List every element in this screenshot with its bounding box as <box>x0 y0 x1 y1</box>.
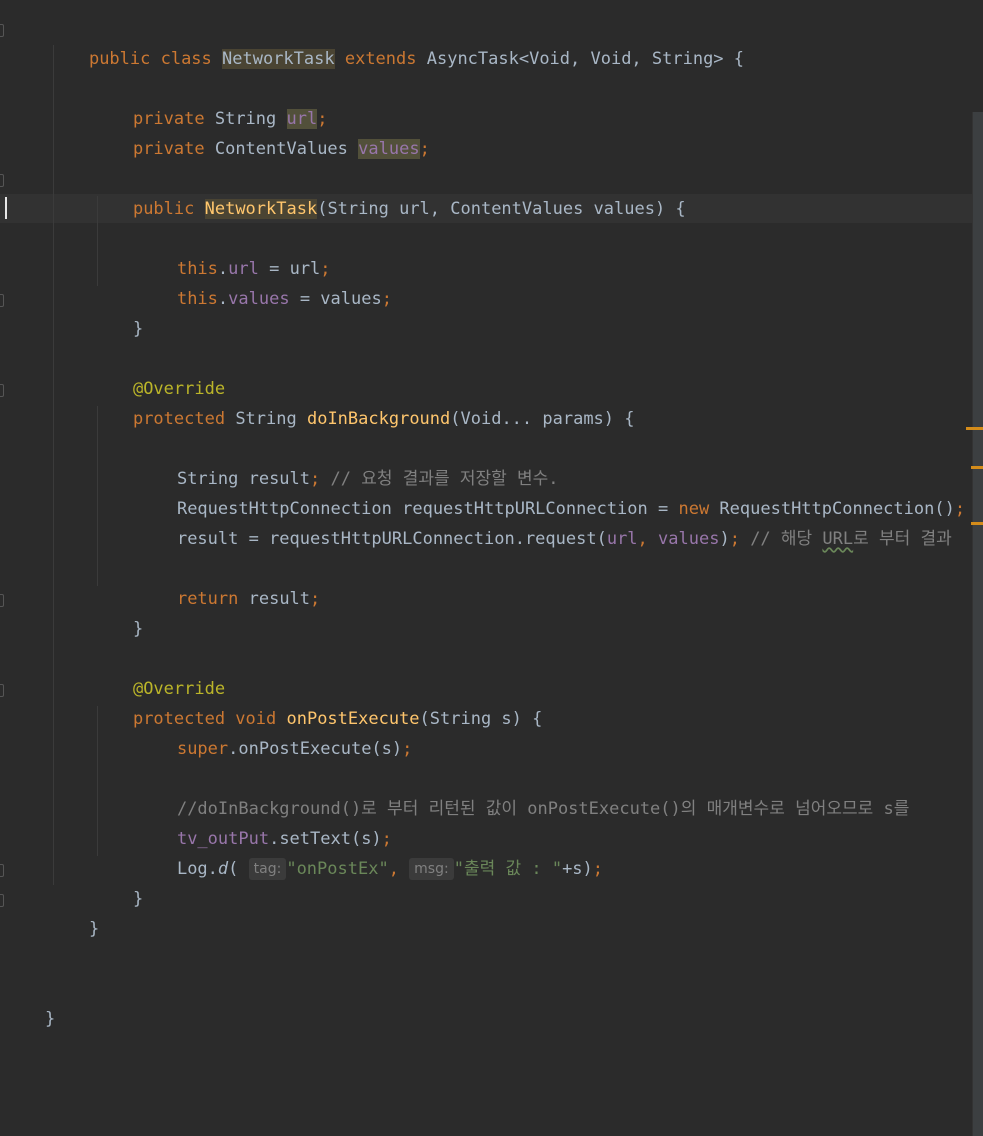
keyword: this <box>176 289 218 309</box>
code-line[interactable]: } <box>92 854 143 909</box>
parameter-hint-msg: msg: <box>409 858 454 880</box>
code-line[interactable]: private String url; <box>92 74 327 129</box>
semicolon: ; <box>954 499 966 519</box>
closing-brace: } <box>44 1009 56 1029</box>
field-name: values <box>358 139 420 159</box>
code-line[interactable]: this.url = url; <box>136 224 331 279</box>
code-line[interactable]: } <box>48 884 99 939</box>
string-literal: "onPostEx" <box>286 859 389 879</box>
code-line[interactable]: RequestHttpConnection requestHttpURLConn… <box>136 464 965 519</box>
semicolon: ; <box>402 739 413 759</box>
code-text: +s) <box>562 859 593 879</box>
comment: 로 부터 결과 <box>853 529 952 549</box>
code-line[interactable]: } <box>4 974 55 1029</box>
fold-marker-icon[interactable] <box>0 894 4 907</box>
code-line[interactable]: protected void onPostExecute(String s) { <box>92 674 542 729</box>
closing-brace: } <box>132 619 144 639</box>
fold-marker-icon[interactable] <box>0 684 4 697</box>
code-text: ) <box>719 529 730 549</box>
class-name: Log. <box>176 859 218 879</box>
code-line[interactable]: } <box>92 284 143 339</box>
semicolon: ; <box>592 859 604 879</box>
code-line[interactable]: public class NetworkTask extends AsyncTa… <box>48 14 744 69</box>
code-text: (Void... params) { <box>450 409 635 429</box>
code-line[interactable]: } <box>92 584 143 639</box>
method-name: doInBackground <box>306 409 451 429</box>
keyword: super <box>176 739 229 759</box>
comment: // 해당 <box>750 529 823 549</box>
code-line[interactable]: @Override <box>92 644 225 699</box>
constructor-name: NetworkTask <box>204 199 318 219</box>
code-line[interactable]: return result; <box>136 554 320 609</box>
code-line[interactable]: public NetworkTask(String url, ContentVa… <box>92 164 686 219</box>
closing-brace: } <box>132 889 144 909</box>
parameter-hint-tag: tag: <box>248 858 287 880</box>
fold-marker-icon[interactable] <box>0 594 4 607</box>
semicolon: ; <box>381 289 392 309</box>
keyword: private <box>132 139 215 159</box>
warning-marker[interactable] <box>966 427 983 430</box>
class-name: NetworkTask <box>222 49 335 69</box>
warning-marker[interactable] <box>971 466 983 469</box>
indent-guide <box>53 45 54 885</box>
warning-marker[interactable] <box>971 522 983 525</box>
code-line[interactable]: super.onPostExecute(s); <box>136 704 412 759</box>
vertical-scrollbar[interactable] <box>972 112 983 1136</box>
comma: , <box>637 529 659 549</box>
code-line[interactable]: this.values = values; <box>136 254 392 309</box>
code-text: result = requestHttpURLConnection.reques… <box>176 529 607 549</box>
code-line[interactable]: String result; // 요청 결과를 저장할 변수. <box>136 434 559 489</box>
semicolon: ; <box>419 139 430 159</box>
closing-brace: } <box>88 919 100 939</box>
fold-marker-icon[interactable] <box>0 294 4 307</box>
type-name: ContentValues <box>214 139 359 159</box>
code-text: = values <box>289 289 382 309</box>
code-line[interactable]: @Override <box>92 344 225 399</box>
code-line[interactable]: protected String doInBackground(Void... … <box>92 374 635 429</box>
fold-marker-icon[interactable] <box>0 384 4 397</box>
keyword: return <box>176 589 249 609</box>
code-line[interactable]: private ContentValues values; <box>92 104 430 159</box>
code-text: (String s) { <box>419 709 543 729</box>
field-name: values <box>228 289 290 309</box>
fold-marker-icon[interactable] <box>0 864 4 877</box>
method-name: d <box>217 859 229 879</box>
code-text: . <box>217 289 229 309</box>
code-text: .onPostExecute(s) <box>228 739 403 759</box>
semicolon: ; <box>310 589 321 609</box>
fold-marker-icon[interactable] <box>0 174 4 187</box>
code-line[interactable]: tv_outPut.setText(s); <box>136 794 392 849</box>
gutter <box>0 0 10 1136</box>
code-text: ( <box>228 859 239 879</box>
code-editor[interactable]: public class NetworkTask extends AsyncTa… <box>0 0 983 1136</box>
code-text: result <box>248 589 311 609</box>
comma: , <box>388 859 410 879</box>
code-text: AsyncTask<Void, Void, String> { <box>426 49 745 69</box>
field-name: url <box>606 529 638 549</box>
closing-brace: } <box>132 319 144 339</box>
code-line[interactable]: //doInBackground()로 부터 리턴된 값이 onPostExec… <box>136 764 909 819</box>
type-name: String <box>235 409 307 429</box>
keyword: public <box>132 199 205 219</box>
semicolon: ; <box>729 529 751 549</box>
comment-typo: URL <box>822 529 854 549</box>
fold-marker-icon[interactable] <box>0 24 4 37</box>
keyword: protected <box>132 409 236 429</box>
code-line[interactable]: Log.d( tag: "onPostEx", msg: "출력 값 : "+s); <box>136 824 603 880</box>
string-literal: "출력 값 : " <box>453 859 563 879</box>
code-text: (String url, ContentValues values) { <box>317 199 686 219</box>
keyword: public class <box>88 49 223 69</box>
field-name: values <box>658 529 720 549</box>
keyword: extends <box>334 49 427 69</box>
code-line[interactable]: result = requestHttpURLConnection.reques… <box>136 494 952 549</box>
